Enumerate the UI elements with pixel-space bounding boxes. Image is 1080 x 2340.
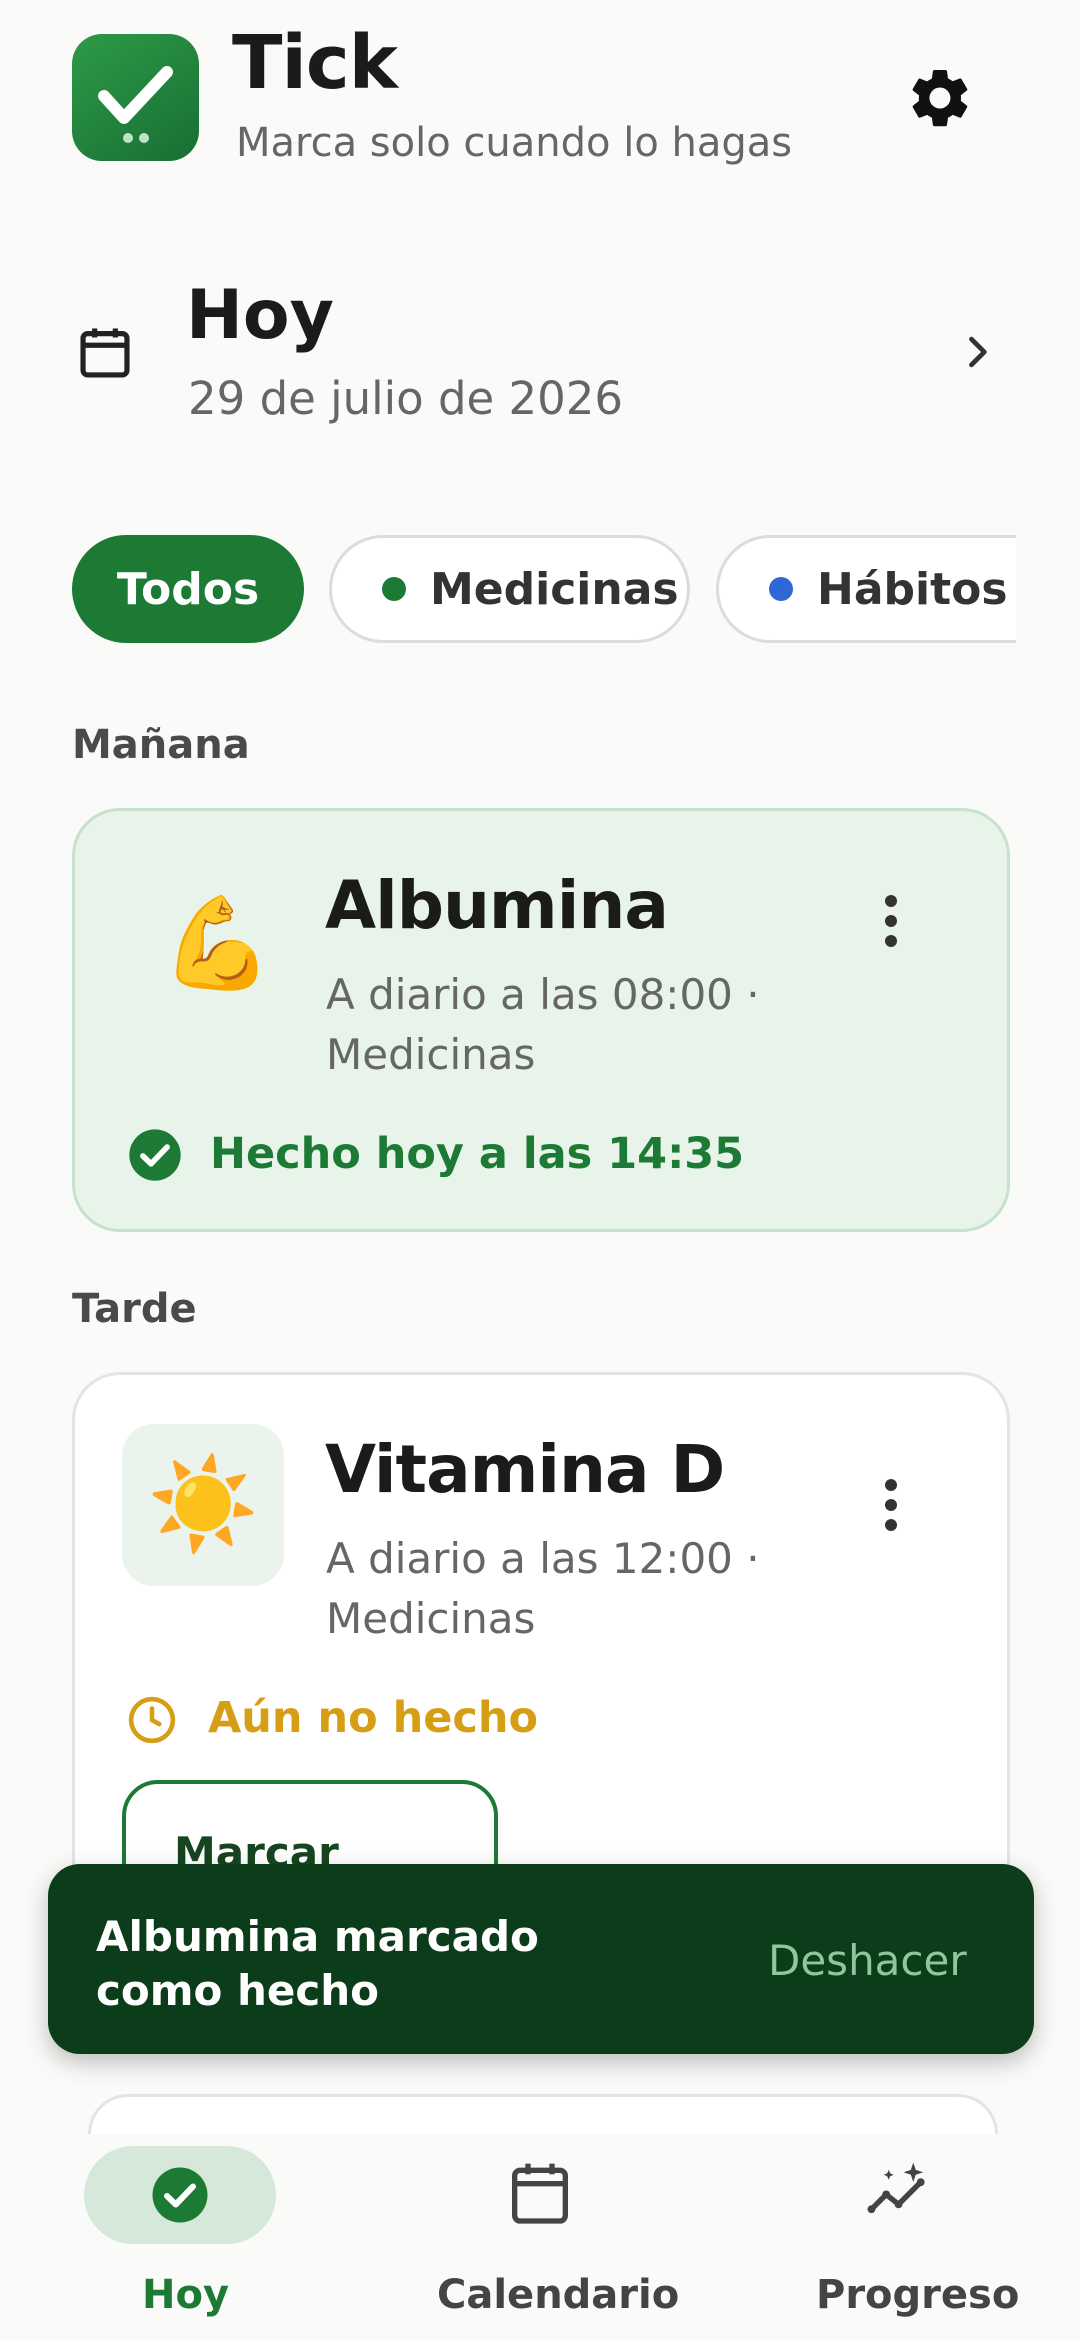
more-options-button[interactable]: [881, 1475, 901, 1535]
more-vert-icon: [885, 895, 897, 947]
more-vert-icon: [885, 1479, 897, 1531]
item-schedule: A diario a las 12:00 · Medicinas: [326, 1534, 760, 1643]
bottom-navigation: Hoy Calendario Progreso: [0, 2094, 1080, 2340]
nav-label-hoy[interactable]: Hoy: [142, 2272, 229, 2318]
section-label-tarde: Tarde: [72, 1286, 197, 1332]
next-card-peek: [88, 2094, 998, 2134]
nav-item-hoy[interactable]: [84, 2146, 276, 2244]
app-tagline: Marca solo cuando lo hagas: [236, 120, 793, 166]
item-icon-tile: ☀️: [122, 1424, 284, 1586]
section-label-manana: Mañana: [72, 722, 250, 768]
check-circle-icon: [152, 2167, 208, 2223]
calendar-icon: [512, 2163, 568, 2224]
check-circle-icon: [127, 1127, 183, 1183]
item-title: Vitamina D: [325, 1431, 725, 1508]
snackbar: Albumina marcado como hecho Deshacer: [48, 1864, 1034, 2054]
date-subtitle: 29 de julio de 2026: [188, 372, 624, 425]
filter-chip-label: Hábitos: [817, 563, 1008, 615]
item-status-done: Hecho hoy a las 14:35: [210, 1129, 745, 1179]
nav-item-progreso[interactable]: [866, 2160, 936, 2224]
sun-icon: ☀️: [146, 1452, 260, 1557]
next-day-button[interactable]: [955, 330, 999, 374]
sparkle-chart-icon: [867, 2162, 925, 2214]
flexed-biceps-icon: 💪: [161, 891, 274, 996]
filter-chip-label: Medicinas: [430, 563, 679, 615]
clock-icon: [127, 1695, 177, 1745]
filter-chip-label: Todos: [116, 563, 260, 615]
settings-button[interactable]: [905, 63, 975, 133]
app-logo: [72, 34, 199, 161]
filter-chip-todos[interactable]: Todos: [72, 535, 304, 643]
medicinas-dot-icon: [382, 577, 406, 601]
item-schedule: A diario a las 08:00 · Medicinas: [326, 970, 760, 1079]
app-title: Tick: [232, 20, 398, 106]
calendar-icon: [74, 322, 136, 384]
filter-chip-medicinas[interactable]: Medicinas: [329, 535, 690, 643]
habitos-dot-icon: [769, 577, 793, 601]
nav-label-progreso[interactable]: Progreso: [816, 2272, 1019, 2318]
date-title: Hoy: [186, 276, 334, 355]
item-status-pending: Aún no hecho: [208, 1693, 539, 1743]
snackbar-message: Albumina marcado como hecho: [96, 1912, 539, 2015]
nav-item-calendario[interactable]: [508, 2158, 572, 2228]
undo-button[interactable]: Deshacer: [768, 1936, 967, 1985]
filter-chip-habitos[interactable]: Hábitos: [716, 535, 1016, 643]
app-logo-check-icon: [98, 66, 173, 143]
item-title: Albumina: [325, 867, 669, 944]
gear-icon: [912, 69, 968, 127]
habit-card-albumina[interactable]: 💪 Albumina A diario a las 08:00 · Medici…: [72, 808, 1010, 1232]
more-options-button[interactable]: [881, 891, 901, 951]
chevron-right-icon: [969, 336, 987, 368]
nav-label-calendario[interactable]: Calendario: [437, 2272, 679, 2318]
